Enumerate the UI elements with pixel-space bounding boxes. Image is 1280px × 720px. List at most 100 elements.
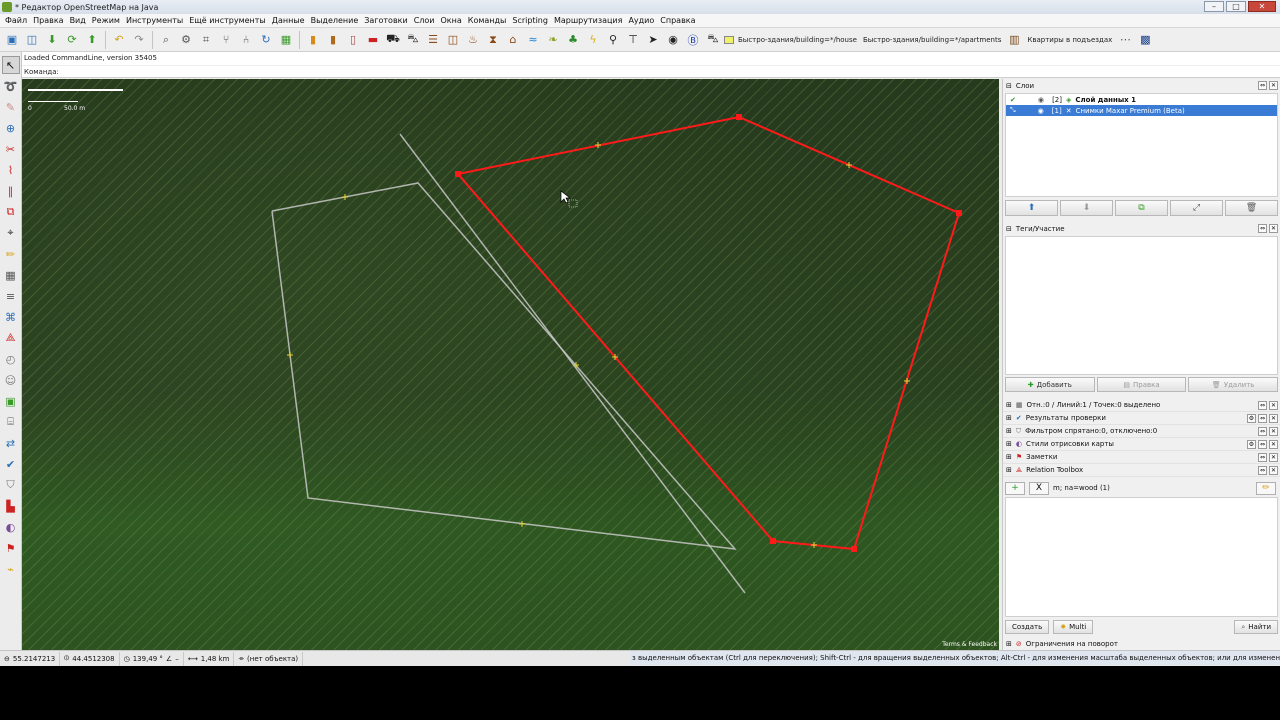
pencil-icon[interactable]: ✏ — [2, 245, 20, 263]
building-tool-icon[interactable]: ▦ — [2, 266, 20, 284]
active-layer-check-icon[interactable]: ✔ — [1010, 96, 1016, 104]
panel-close-icon[interactable]: ✕ — [1269, 224, 1278, 233]
map-geometry[interactable] — [22, 79, 999, 650]
conflict-icon[interactable]: ⇄ — [2, 434, 20, 452]
bus-front-icon[interactable]: ⛍ — [704, 31, 722, 49]
menu-windows[interactable]: Окна — [438, 16, 465, 25]
panel-close-icon[interactable]: ✕ — [1269, 466, 1278, 475]
layers-panel-header[interactable]: ⊟ Слои ⇔ ✕ — [1003, 79, 1280, 92]
detach-icon[interactable]: ⇔ — [1258, 466, 1267, 475]
improve-way-icon[interactable]: ⌇ — [2, 161, 20, 179]
layer-row-imagery[interactable]: ⤡ ◉ [1] ✕ Снимки Maxar Premium (Beta) — [1006, 105, 1277, 116]
delete-tag-button[interactable]: 🗑 Удалить — [1188, 377, 1279, 392]
notes-tool-icon[interactable]: ⚑ — [2, 539, 20, 557]
measure-icon[interactable]: ⌁ — [2, 560, 20, 578]
terms-link[interactable]: Terms & Feedback — [942, 641, 997, 648]
selection-list-dialog[interactable]: ⊞ ▦ Отн.:0 / Линий:1 / Точек:0 выделено … — [1003, 399, 1280, 412]
gate-icon[interactable]: ◫ — [444, 31, 462, 49]
menu-scripting[interactable]: Scripting — [509, 16, 551, 25]
menu-help[interactable]: Справка — [657, 16, 698, 25]
menu-presets[interactable]: Заготовки — [361, 16, 410, 25]
menu-data[interactable]: Данные — [269, 16, 308, 25]
combine-way-icon[interactable]: ⑃ — [237, 31, 255, 49]
styles-icon[interactable]: ◐ — [2, 518, 20, 536]
arrow-icon[interactable]: ➤ — [644, 31, 662, 49]
add-filter-button[interactable]: + — [1005, 481, 1025, 495]
expand-icon[interactable]: ⊞ — [1006, 453, 1012, 461]
turn-restrictions-dialog[interactable]: ⊞ ⊘ Ограничения на поворот — [1003, 637, 1280, 650]
pole-icon[interactable]: ⊤ — [624, 31, 642, 49]
tree-icon[interactable]: ♣ — [564, 31, 582, 49]
detach-icon[interactable]: ⇔ — [1258, 224, 1267, 233]
imagery-icon[interactable]: ▦ — [277, 31, 295, 49]
industrial-icon[interactable]: ⌂ — [504, 31, 522, 49]
detach-icon[interactable]: ⇔ — [1258, 453, 1267, 462]
power-tower-icon[interactable]: ⚲ — [604, 31, 622, 49]
move-down-button[interactable]: ⬇ — [1060, 200, 1113, 216]
grey-way[interactable] — [271, 182, 737, 550]
railway-icon[interactable]: ☰ — [424, 31, 442, 49]
zoom-search-icon[interactable]: ⌕ — [157, 31, 175, 49]
history-icon[interactable]: ◴ — [2, 350, 20, 368]
delete-tool-icon[interactable]: ✂ — [2, 140, 20, 158]
create-button[interactable]: Создать — [1005, 620, 1050, 634]
edit-filter-button[interactable]: ✏ — [1256, 481, 1276, 495]
panel-close-icon[interactable]: ✕ — [1269, 81, 1278, 90]
fence-icon[interactable]: ⧗ — [484, 31, 502, 49]
selected-way-nodes[interactable] — [455, 114, 962, 552]
panel-close-icon[interactable]: ✕ — [1269, 427, 1278, 436]
door-icon[interactable]: ▯ — [344, 31, 362, 49]
select-tool-icon[interactable]: ↖ — [1, 56, 20, 74]
collapse-icon[interactable]: ⊟ — [1006, 82, 1012, 90]
edit-tag-button[interactable]: ▤ Правка — [1096, 377, 1187, 392]
undo-icon[interactable]: ↶ — [110, 31, 128, 49]
filter-tool-icon[interactable]: ⛉ — [2, 476, 20, 494]
panel-close-icon[interactable]: ✕ — [1269, 414, 1278, 423]
parallel-icon[interactable]: ∥ — [2, 182, 20, 200]
open-file-icon[interactable]: ◫ — [23, 31, 41, 49]
bus-stop-icon[interactable]: Ⓑ — [684, 31, 702, 49]
tag-icon[interactable]: ⌘ — [2, 308, 20, 326]
menu-routing[interactable]: Маршрутизация — [551, 16, 626, 25]
garage-icon[interactable]: ▬ — [364, 31, 382, 49]
extrude-icon[interactable]: ⧉ — [2, 203, 20, 221]
filter-dialog[interactable]: ⊞ ⛉ Фильтром спрятано:0, отключено:0 ⇔ ✕ — [1003, 425, 1280, 438]
menu-tools[interactable]: Инструменты — [123, 16, 186, 25]
entrance-icon[interactable]: ▥ — [1005, 31, 1023, 49]
notes-dialog[interactable]: ⊞ ⚑ Заметки ⇔ ✕ — [1003, 451, 1280, 464]
update-data-icon[interactable]: ⟳ — [63, 31, 81, 49]
find-button[interactable]: ⌕ Найти — [1234, 620, 1278, 634]
expand-icon[interactable]: ⊞ — [1006, 440, 1012, 448]
entrances-button[interactable]: Квартиры в подъездах — [1025, 36, 1114, 44]
selected-way[interactable] — [456, 115, 961, 551]
preferences-icon[interactable]: ⚙ — [177, 31, 195, 49]
expand-icon[interactable]: ⊞ — [1006, 466, 1012, 474]
validation-dialog[interactable]: ⊞ ✔ Результаты проверки ⚙ ⇔ ✕ — [1003, 412, 1280, 425]
expand-icon[interactable]: ⊞ — [1006, 414, 1012, 422]
tags-panel-header[interactable]: ⊟ Теги/Участие ⇔ ✕ — [1003, 222, 1280, 235]
menu-more-tools[interactable]: Ещё инструменты — [186, 16, 269, 25]
menu-mode[interactable]: Режим — [89, 16, 123, 25]
redo-icon[interactable]: ↷ — [130, 31, 148, 49]
map-view[interactable]: 0 50.0 m Terms & Feedback — [22, 79, 999, 650]
preset-apartments-button[interactable]: Быстро-здания/building=*/apartments — [861, 36, 1003, 44]
menu-commands[interactable]: Команды — [465, 16, 510, 25]
grey-way-diagonal[interactable] — [399, 133, 746, 594]
layers-toggle-icon[interactable]: ≡ — [2, 287, 20, 305]
detach-icon[interactable]: ⇔ — [1258, 414, 1267, 423]
menu-layers[interactable]: Слои — [411, 16, 438, 25]
split-way-icon[interactable]: ⑂ — [217, 31, 235, 49]
more-icon[interactable]: ⋯ — [1116, 31, 1134, 49]
settings-icon[interactable]: ⚙ — [1247, 414, 1256, 423]
filter-results-area[interactable] — [1005, 497, 1278, 617]
changeset-icon[interactable]: ⌸ — [2, 413, 20, 431]
building-alt-icon[interactable]: ▮ — [324, 31, 342, 49]
wood-icon[interactable]: ❧ — [544, 31, 562, 49]
imagery-offset-icon[interactable]: ⤡ — [1010, 106, 1016, 115]
map-styles-dialog[interactable]: ⊞ ◐ Стили отрисовки карты ⚙ ⇔ ✕ — [1003, 438, 1280, 451]
building-icon[interactable]: ▮ — [304, 31, 322, 49]
minimize-button[interactable]: – — [1204, 1, 1224, 12]
comment-icon[interactable]: ◉ — [664, 31, 682, 49]
menu-edit[interactable]: Правка — [30, 16, 66, 25]
wireframe-icon[interactable]: ⌗ — [197, 31, 215, 49]
